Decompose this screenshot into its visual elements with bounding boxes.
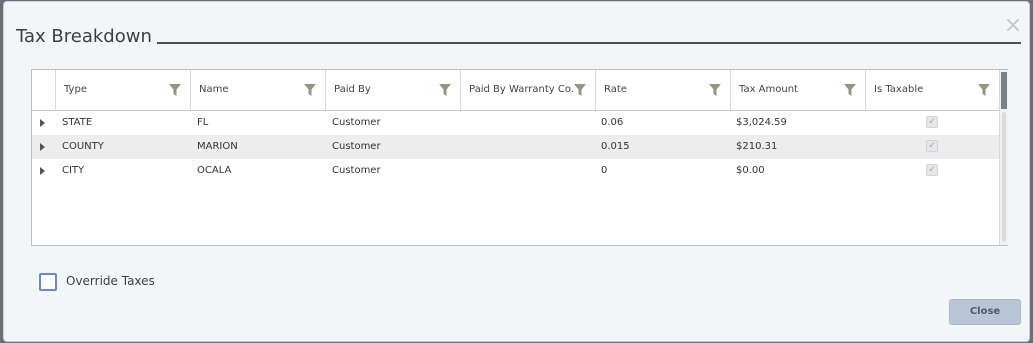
cell-tax-amount: $210.31 [736, 141, 778, 152]
column-label: Paid By Warranty Co. [469, 84, 574, 95]
table-row[interactable]: CITY OCALA Customer 0 $0.00 ✓ [32, 159, 999, 183]
cell-tax-amount: $3,024.59 [736, 117, 787, 128]
vertical-scrollbar[interactable] [999, 70, 1008, 245]
filter-icon[interactable] [169, 84, 181, 96]
cell-rate: 0 [601, 165, 608, 176]
cell-rate: 0.06 [601, 117, 624, 128]
filter-icon[interactable] [304, 84, 316, 96]
cell-name: MARION [197, 141, 238, 152]
column-header-is-taxable[interactable]: Is Taxable [866, 70, 999, 110]
table-row[interactable]: STATE FL Customer 0.06 $3,024.59 ✓ [32, 111, 999, 135]
scrollbar-thumb[interactable] [1001, 72, 1007, 109]
column-label: Type [64, 84, 87, 95]
cell-type: CITY [62, 165, 85, 176]
is-taxable-checkbox: ✓ [926, 116, 938, 128]
grid-header: Type Name Paid By Paid By Warranty Co. R… [32, 70, 999, 111]
column-label: Tax Amount [739, 84, 798, 95]
column-header-rate[interactable]: Rate [596, 70, 731, 110]
expand-row-icon[interactable] [40, 167, 45, 175]
filter-icon[interactable] [439, 84, 451, 96]
column-header-tax-amount[interactable]: Tax Amount [731, 70, 866, 110]
is-taxable-checkbox: ✓ [926, 140, 938, 152]
filter-icon[interactable] [574, 84, 586, 96]
tax-grid: Type Name Paid By Paid By Warranty Co. R… [31, 69, 1008, 246]
expand-row-icon[interactable] [40, 143, 45, 151]
cell-paid-by: Customer [332, 117, 381, 128]
cell-name: FL [197, 117, 209, 128]
cell-paid-by: Customer [332, 141, 381, 152]
cell-type: STATE [62, 117, 93, 128]
scrollbar-track[interactable] [1002, 112, 1006, 242]
is-taxable-checkbox: ✓ [926, 164, 938, 176]
cell-tax-amount: $0.00 [736, 165, 765, 176]
filter-icon[interactable] [978, 84, 990, 96]
expander-header [32, 70, 56, 110]
column-header-paid-by-warranty[interactable]: Paid By Warranty Co. [461, 70, 596, 110]
title-divider [157, 42, 1021, 44]
cell-name: OCALA [197, 165, 232, 176]
column-label: Is Taxable [874, 84, 924, 95]
column-label: Paid By [334, 84, 371, 95]
dialog-title: Tax Breakdown [16, 26, 152, 47]
cell-rate: 0.015 [601, 141, 630, 152]
override-taxes-checkbox[interactable] [39, 273, 57, 291]
column-header-paid-by[interactable]: Paid By [326, 70, 461, 110]
tax-breakdown-dialog: Tax Breakdown × Type Name Paid By Paid B… [3, 1, 1030, 342]
override-taxes-label[interactable]: Override Taxes [66, 274, 155, 288]
table-row[interactable]: COUNTY MARION Customer 0.015 $210.31 ✓ [32, 135, 999, 159]
cell-type: COUNTY [62, 141, 104, 152]
expand-row-icon[interactable] [40, 119, 45, 127]
column-header-name[interactable]: Name [191, 70, 326, 110]
filter-icon[interactable] [844, 84, 856, 96]
column-label: Name [199, 84, 229, 95]
filter-icon[interactable] [709, 84, 721, 96]
close-icon[interactable]: × [1003, 15, 1023, 37]
cell-paid-by: Customer [332, 165, 381, 176]
column-label: Rate [604, 84, 627, 95]
close-button[interactable]: Close [949, 299, 1021, 325]
column-header-type[interactable]: Type [56, 70, 191, 110]
